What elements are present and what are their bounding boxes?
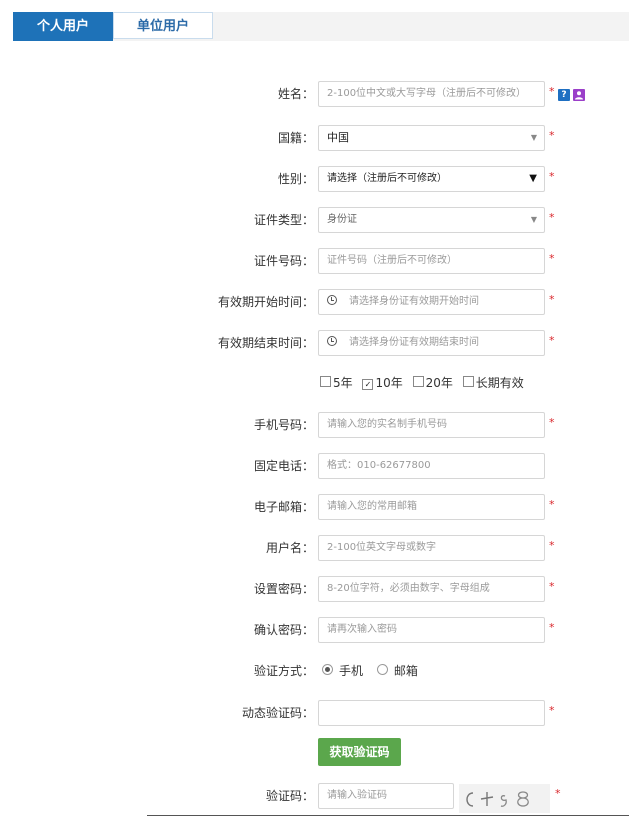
phone-input[interactable]: 格式：010-62677800 (318, 453, 545, 479)
gender-select[interactable]: 请选择（注册后不可修改） ▼ (318, 166, 545, 192)
verify-method-options: 手机 邮箱 (322, 662, 418, 680)
valid-start-label: 有效期开始时间： (217, 295, 314, 309)
required-mark: * (549, 85, 555, 98)
checkbox-5-years[interactable] (320, 376, 331, 387)
id-type-select[interactable]: 身份证 ▼ (318, 207, 545, 233)
required-mark: * (549, 704, 555, 717)
required-mark: * (549, 539, 555, 552)
name-label: 姓名： (277, 87, 314, 101)
required-mark: * (549, 252, 555, 265)
required-mark: * (549, 334, 555, 347)
radio-mobile-label: 手机 (339, 664, 364, 678)
required-mark: * (549, 293, 555, 306)
checkbox-10-years[interactable]: ✓ (362, 379, 374, 390)
phone-label: 固定电话： (253, 459, 314, 473)
id-number-label: 证件号码： (253, 254, 314, 268)
required-mark: * (549, 580, 555, 593)
mobile-label: 手机号码： (253, 418, 314, 432)
user-icon[interactable] (573, 89, 585, 101)
clock-icon (327, 295, 337, 305)
radio-mobile[interactable] (322, 664, 333, 675)
mobile-input[interactable]: 请输入您的实名制手机号码 (318, 412, 545, 438)
dynamic-code-input[interactable] (318, 700, 545, 726)
option-10-years-label: 10年 (375, 376, 403, 390)
radio-email-label: 邮箱 (393, 664, 418, 678)
required-mark: * (549, 170, 555, 183)
option-5-years-label: 5年 (333, 376, 353, 390)
id-number-input[interactable]: 证件号码（注册后不可修改） (318, 248, 545, 274)
email-label: 电子邮箱： (253, 500, 314, 514)
gender-value: 请选择（注册后不可修改） (327, 173, 447, 184)
valid-end-label: 有效期结束时间： (217, 336, 314, 350)
name-input[interactable]: 2-100位中文或大写字母（注册后不可修改） (318, 81, 545, 107)
required-mark: * (549, 498, 555, 511)
password-input[interactable]: 8-20位字符，必须由数字、字母组成 (318, 576, 545, 602)
username-input[interactable]: 2-100位英文字母或数字 (318, 535, 545, 561)
required-mark: * (549, 416, 555, 429)
dynamic-code-label: 动态验证码： (241, 706, 314, 720)
nationality-label: 国籍： (277, 131, 314, 145)
confirm-password-label: 确认密码： (253, 623, 314, 637)
confirm-password-input[interactable]: 请再次输入密码 (318, 617, 545, 643)
email-input[interactable]: 请输入您的常用邮箱 (318, 494, 545, 520)
option-long-term-label: 长期有效 (475, 376, 524, 390)
valid-end-input[interactable]: 请选择身份证有效期结束时间 (318, 330, 545, 356)
nationality-select[interactable]: 中国 ▼ (318, 125, 545, 151)
required-mark: * (549, 211, 555, 224)
verify-method-label: 验证方式： (253, 664, 314, 678)
required-mark: * (549, 129, 555, 142)
chevron-down-icon: ▼ (530, 215, 537, 224)
help-icon[interactable]: ? (558, 89, 570, 101)
chevron-down-icon: ▼ (529, 173, 537, 184)
checkbox-long-term[interactable] (462, 376, 474, 387)
gender-label: 性别： (277, 172, 314, 186)
get-verification-code-button[interactable]: 获取验证码 (318, 738, 401, 766)
user-type-tabbar: 个人用户 单位用户 (13, 12, 629, 41)
nationality-value: 中国 (327, 131, 349, 144)
radio-email[interactable] (376, 664, 388, 675)
id-type-value: 身份证 (327, 214, 357, 225)
valid-start-input[interactable]: 请选择身份证有效期开始时间 (318, 289, 545, 315)
captcha-input[interactable]: 请输入验证码 (318, 783, 454, 809)
username-label: 用户名： (265, 541, 314, 555)
captcha-image[interactable] (459, 784, 550, 813)
id-type-label: 证件类型： (253, 213, 314, 227)
required-mark: * (549, 621, 555, 634)
valid-start-placeholder: 请选择身份证有效期开始时间 (349, 296, 479, 307)
tab-organization-user[interactable]: 单位用户 (113, 12, 213, 39)
password-label: 设置密码： (253, 582, 314, 596)
required-mark: * (555, 787, 561, 800)
validity-period-options: 5年 ✓ 10年 20年 长期有效 (320, 375, 524, 391)
valid-end-placeholder: 请选择身份证有效期结束时间 (349, 337, 479, 348)
bottom-divider (147, 815, 629, 816)
clock-icon (327, 336, 337, 346)
tab-personal-user[interactable]: 个人用户 (13, 12, 113, 41)
option-20-years-label: 20年 (425, 376, 453, 390)
captcha-label: 验证码： (265, 789, 314, 803)
chevron-down-icon: ▼ (530, 133, 537, 142)
checkbox-20-years[interactable] (412, 376, 424, 387)
